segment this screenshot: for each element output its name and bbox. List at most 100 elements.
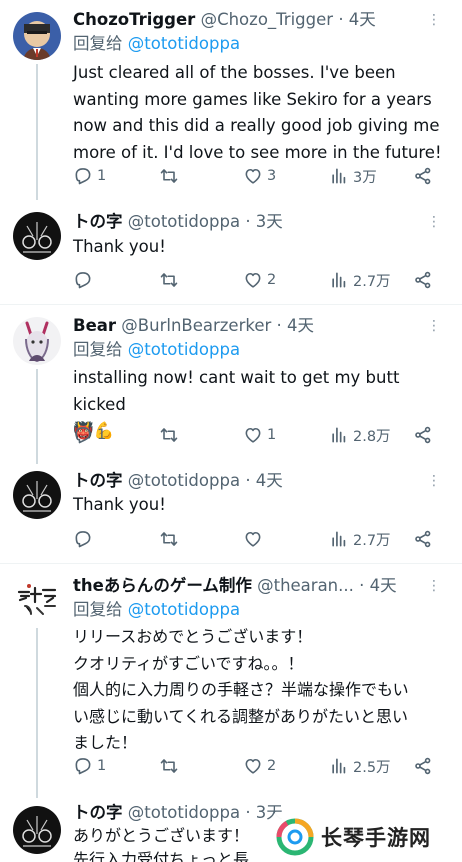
share-button[interactable] [413, 754, 433, 778]
share-button[interactable] [413, 423, 433, 447]
view-count: 3万 [353, 169, 377, 186]
reply-icon [75, 531, 91, 548]
tweet-reply-tototidoppa[interactable]: トの字 @tototidoppa · 3天 ⋮ Thank you! 2 2.7… [0, 200, 462, 304]
retweet-button[interactable] [159, 268, 183, 292]
views-button[interactable]: 2.8万 [329, 423, 391, 447]
retweet-icon [160, 273, 178, 287]
reply-button[interactable]: 1 [73, 423, 106, 447]
tweet-thearan[interactable]: theあらんのゲーム制作 @thearan... · 4天 ⋮ 回复给 @tot… [0, 564, 462, 798]
author-name[interactable]: theあらんのゲーム制作 [73, 576, 252, 595]
watermark-text: 长琴手游网 [321, 826, 431, 850]
views-icon [332, 531, 346, 547]
like-count: 3 [267, 168, 277, 184]
author-handle[interactable]: @thearan... [257, 576, 354, 595]
reply-count: 1 [97, 168, 107, 184]
retweet-button[interactable] [159, 164, 183, 188]
more-icon[interactable]: ⋮ [424, 212, 444, 232]
avatar[interactable] [13, 317, 61, 365]
mention-link[interactable]: @tototidoppa [128, 340, 240, 359]
retweet-button[interactable] [159, 423, 183, 447]
reply-button[interactable]: 1 [73, 754, 106, 778]
tweet-header: トの字 @tototidoppa · 3天 [73, 210, 422, 234]
like-button[interactable]: 1 [243, 423, 276, 447]
tweet-actions: 1 2 2.5万 [73, 754, 443, 778]
retweet-icon [160, 428, 178, 442]
share-button[interactable] [413, 527, 433, 551]
like-button[interactable]: 3 [243, 164, 276, 188]
heart-icon [245, 427, 261, 443]
tweet-header: トの字 @tototidoppa · 4天 [73, 469, 422, 493]
reply-context: 回复给 @tototidoppa [73, 32, 240, 56]
thread-line [36, 64, 38, 200]
avatar[interactable] [13, 576, 61, 624]
tweet-header: ChozoTrigger @Chozo_Trigger · 4天 [73, 8, 422, 32]
share-button[interactable] [413, 164, 433, 188]
avatar[interactable] [13, 12, 61, 60]
views-icon [332, 168, 346, 184]
tweet-chozotrigger[interactable]: ChozoTrigger @Chozo_Trigger · 4天 ⋮ 回复给 @… [0, 0, 462, 200]
like-count: 2 [267, 758, 277, 774]
author-name[interactable]: トの字 [73, 212, 123, 231]
more-icon[interactable]: ⋮ [424, 576, 444, 596]
tweet-text: Just cleared all of the bosses. I've bee… [73, 63, 442, 162]
reply-icon [75, 427, 91, 444]
share-icon [415, 271, 431, 289]
tweet-reply-tototidoppa[interactable]: トの字 @tototidoppa · 4天 ⋮ Thank you! 2.7万 [0, 459, 462, 563]
author-name[interactable]: トの字 [73, 803, 123, 822]
view-count: 2.7万 [353, 273, 391, 290]
views-button[interactable]: 2.7万 [329, 268, 391, 292]
more-icon[interactable]: ⋮ [424, 10, 444, 30]
reply-context: 回复给 @tototidoppa [73, 338, 240, 362]
thread-line [36, 369, 38, 464]
tweet-text: Thank you! [73, 495, 166, 514]
more-icon[interactable]: ⋮ [424, 316, 444, 336]
tweet-text: リリースおめでとうございます！ クオリティがすごいですね。。！ 個人的に入力周り… [73, 627, 409, 752]
avatar[interactable] [13, 806, 61, 854]
like-button[interactable]: 2 [243, 268, 276, 292]
like-count: 1 [267, 427, 277, 443]
author-name[interactable]: Bear [73, 316, 116, 335]
tweet-time[interactable]: · 4天 [277, 316, 315, 335]
tweet-header: Bear @BurlnBearzerker · 4天 [73, 314, 422, 338]
tweet-bear[interactable]: Bear @BurlnBearzerker · 4天 ⋮ 回复给 @tototi… [0, 305, 462, 464]
author-handle[interactable]: @tototidoppa [128, 803, 240, 822]
author-handle[interactable]: @tototidoppa [128, 471, 240, 490]
retweet-icon [160, 532, 178, 546]
reply-icon [75, 758, 91, 775]
mention-link[interactable]: @tototidoppa [128, 600, 240, 619]
heart-icon [245, 531, 261, 547]
retweet-icon [160, 759, 178, 773]
view-count: 2.7万 [353, 532, 391, 549]
avatar[interactable] [13, 471, 61, 519]
tweet-actions: 2 2.7万 [73, 268, 443, 292]
reply-button[interactable] [73, 268, 97, 292]
author-handle[interactable]: @tototidoppa [128, 212, 240, 231]
author-handle[interactable]: @BurlnBearzerker [121, 316, 271, 335]
more-icon[interactable]: ⋮ [424, 471, 444, 491]
tweet-time[interactable]: · 4天 [245, 471, 283, 490]
tweet-time[interactable]: · 3天 [245, 212, 283, 231]
avatar[interactable] [13, 212, 61, 260]
reply-context: 回复给 @tototidoppa [73, 598, 240, 622]
author-handle[interactable]: @Chozo_Trigger [201, 10, 333, 29]
reply-prefix: 回复给 [73, 340, 123, 359]
tweet-time[interactable]: · 4天 [338, 10, 376, 29]
reply-button[interactable] [73, 527, 97, 551]
author-name[interactable]: トの字 [73, 471, 123, 490]
mention-link[interactable]: @tototidoppa [128, 34, 240, 53]
reply-prefix: 回复给 [73, 600, 123, 619]
like-button[interactable] [243, 527, 267, 551]
views-button[interactable]: 2.7万 [329, 527, 391, 551]
watermark-logo-icon [276, 818, 314, 856]
views-button[interactable]: 2.5万 [329, 754, 391, 778]
retweet-button[interactable] [159, 527, 183, 551]
tweet-actions: 1 1 2.8万 [73, 423, 443, 447]
author-name[interactable]: ChozoTrigger [73, 10, 195, 29]
views-button[interactable]: 3万 [329, 164, 377, 188]
share-button[interactable] [413, 268, 433, 292]
reply-count: 1 [97, 427, 107, 443]
like-button[interactable]: 2 [243, 754, 276, 778]
retweet-button[interactable] [159, 754, 183, 778]
reply-button[interactable]: 1 [73, 164, 106, 188]
tweet-time[interactable]: · 4天 [359, 576, 397, 595]
